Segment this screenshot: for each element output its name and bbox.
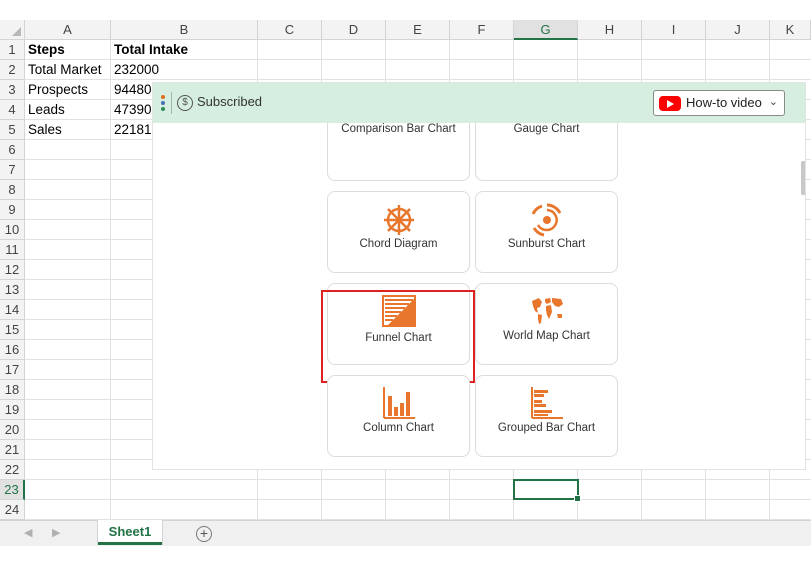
scrollbar-thumb[interactable] [801,161,805,195]
column-header-i[interactable]: I [642,20,706,40]
row-header-10[interactable]: 10 [0,220,25,240]
world-map-chart-icon [531,298,563,324]
sunburst-chart-icon [531,203,561,237]
formula-bar-area [0,0,811,20]
more-options-icon[interactable] [161,95,165,111]
tab-sheet1[interactable]: Sheet1 [98,520,162,545]
row-header-18[interactable]: 18 [0,380,25,400]
how-to-video-label: How-to video [686,95,762,110]
row-header-16[interactable]: 16 [0,340,25,360]
chart-card-label: Sunburst Chart [507,238,586,250]
row-header-17[interactable]: 17 [0,360,25,380]
row-header-20[interactable]: 20 [0,420,25,440]
column-header-k[interactable]: K [770,20,811,40]
add-sheet-icon[interactable]: + [196,526,212,542]
row-header-2[interactable]: 2 [0,60,25,80]
cell-b2[interactable]: 232000 [111,60,159,80]
column-chart-icon [382,387,415,419]
row-header-24[interactable]: 24 [0,500,25,520]
chart-card-comparison-bar[interactable]: Comparison Bar Chart [327,123,470,181]
dollar-circle-icon: $ [177,95,193,111]
row-header-23[interactable]: 23 [0,480,25,500]
column-header-e[interactable]: E [386,20,450,40]
chart-card-label: Chord Diagram [359,238,438,250]
how-to-video-button[interactable]: How-to video ⌄ [653,90,785,116]
grouped-bar-chart-icon [530,387,563,419]
chart-card-chord-diagram[interactable]: Chord Diagram [327,191,470,273]
cell-a4[interactable]: Leads [25,100,65,120]
chart-gallery: Comparison Bar Chart Gauge Chart Chord D… [153,123,805,469]
column-header-d[interactable]: D [322,20,386,40]
chart-card-label: Grouped Bar Chart [497,422,596,434]
row-header-15[interactable]: 15 [0,320,25,340]
cell-b1[interactable]: Total Intake [111,40,188,60]
column-header-g[interactable]: G [514,20,578,40]
column-header-f[interactable]: F [450,20,514,40]
row-header-7[interactable]: 7 [0,160,25,180]
chart-card-gauge[interactable]: Gauge Chart [475,123,618,181]
row-header-12[interactable]: 12 [0,260,25,280]
cell-b3[interactable]: 94480 [111,80,152,100]
chart-addin-panel: $ Subscribed How-to video ⌄ Comparison B… [152,82,806,470]
chart-card-column[interactable]: Column Chart [327,375,470,457]
row-header-11[interactable]: 11 [0,240,25,260]
row-header-5[interactable]: 5 [0,120,25,140]
cell-b4[interactable]: 47390 [111,100,152,120]
row-header-19[interactable]: 19 [0,400,25,420]
select-all-corner[interactable] [0,20,25,40]
chart-card-world-map[interactable]: World Map Chart [475,283,618,365]
sheet-tab-bar: ◀ ▶ Sheet1 + [0,520,811,546]
column-header-a[interactable]: A [25,20,111,40]
status-area [0,546,811,564]
tab-scroll-left-icon[interactable]: ◀ [24,526,32,539]
row-header-14[interactable]: 14 [0,300,25,320]
active-cell-g23[interactable] [513,479,581,502]
chart-card-label: World Map Chart [503,330,590,342]
row-header-3[interactable]: 3 [0,80,25,100]
cell-b5[interactable]: 22181 [111,120,152,140]
row-header-13[interactable]: 13 [0,280,25,300]
youtube-icon [659,96,681,111]
row-header-1[interactable]: 1 [0,40,25,60]
chart-card-label: Gauge Chart [513,123,580,135]
row-header-8[interactable]: 8 [0,180,25,200]
chart-card-sunburst[interactable]: Sunburst Chart [475,191,618,273]
row-header-6[interactable]: 6 [0,140,25,160]
addin-toolbar: $ Subscribed How-to video ⌄ [153,83,805,123]
chevron-down-icon: ⌄ [768,96,778,108]
row-header-21[interactable]: 21 [0,440,25,460]
selected-chart-highlight [321,290,475,383]
row-header-9[interactable]: 9 [0,200,25,220]
chart-card-grouped-bar[interactable]: Grouped Bar Chart [475,375,618,457]
cell-a5[interactable]: Sales [25,120,62,140]
subscribed-label: Subscribed [197,94,263,109]
chart-card-label: Comparison Bar Chart [341,123,456,135]
column-header-b[interactable]: B [111,20,258,40]
row-header-4[interactable]: 4 [0,100,25,120]
cell-a3[interactable]: Prospects [25,80,88,100]
column-header-j[interactable]: J [706,20,770,40]
column-header-c[interactable]: C [258,20,322,40]
cell-a1[interactable]: Steps [25,40,65,60]
column-header-h[interactable]: H [578,20,642,40]
cell-a2[interactable]: Total Market [25,60,102,80]
chart-card-label: Column Chart [363,422,434,434]
row-header-22[interactable]: 22 [0,460,25,480]
chord-diagram-icon [383,205,414,235]
gallery-scrollbar[interactable] [801,123,805,469]
toolbar-divider [171,92,172,114]
tab-scroll-right-icon[interactable]: ▶ [52,526,60,539]
